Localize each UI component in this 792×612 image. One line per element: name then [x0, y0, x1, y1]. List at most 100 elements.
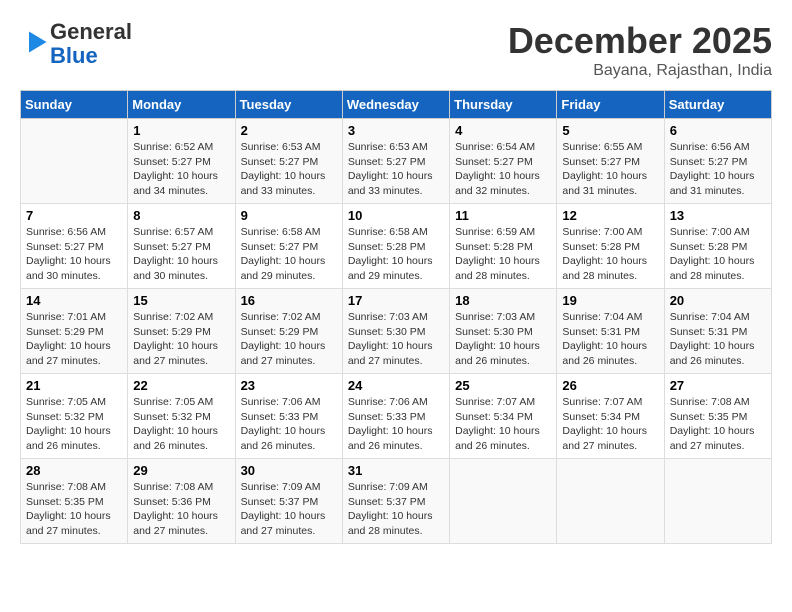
calendar-cell: 24 Sunrise: 7:06 AM Sunset: 5:33 PM Dayli…	[342, 374, 449, 459]
day-info: Sunrise: 7:08 AM Sunset: 5:36 PM Dayligh…	[133, 480, 229, 539]
weekday-header-sunday: Sunday	[21, 91, 128, 119]
weekday-header-thursday: Thursday	[450, 91, 557, 119]
weekday-header-saturday: Saturday	[664, 91, 771, 119]
calendar-cell: 13 Sunrise: 7:00 AM Sunset: 5:28 PM Dayli…	[664, 204, 771, 289]
day-info: Sunrise: 6:58 AM Sunset: 5:28 PM Dayligh…	[348, 225, 444, 284]
day-number: 26	[562, 378, 658, 393]
calendar-week-row: 7 Sunrise: 6:56 AM Sunset: 5:27 PM Daylig…	[21, 204, 772, 289]
day-info: Sunrise: 7:06 AM Sunset: 5:33 PM Dayligh…	[348, 395, 444, 454]
day-number: 23	[241, 378, 337, 393]
day-number: 2	[241, 123, 337, 138]
day-number: 21	[26, 378, 122, 393]
day-info: Sunrise: 7:00 AM Sunset: 5:28 PM Dayligh…	[670, 225, 766, 284]
day-number: 17	[348, 293, 444, 308]
calendar-week-row: 28Sunrise: 7:08 AM Sunset: 5:35 PM Dayli…	[21, 459, 772, 544]
day-number: 12	[562, 208, 658, 223]
calendar-cell: 12 Sunrise: 7:00 AM Sunset: 5:28 PM Dayli…	[557, 204, 664, 289]
calendar-cell: 16 Sunrise: 7:02 AM Sunset: 5:29 PM Dayli…	[235, 289, 342, 374]
logo-text: General Blue	[50, 20, 132, 68]
calendar-cell: 26 Sunrise: 7:07 AM Sunset: 5:34 PM Dayli…	[557, 374, 664, 459]
calendar-cell: 2 Sunrise: 6:53 AM Sunset: 5:27 PM Daylig…	[235, 119, 342, 204]
calendar-cell: 7 Sunrise: 6:56 AM Sunset: 5:27 PM Daylig…	[21, 204, 128, 289]
title-block: December 2025 Bayana, Rajasthan, India	[508, 20, 772, 80]
calendar-week-row: 14 Sunrise: 7:01 AM Sunset: 5:29 PM Dayli…	[21, 289, 772, 374]
day-info: Sunrise: 7:05 AM Sunset: 5:32 PM Dayligh…	[26, 395, 122, 454]
day-number: 1	[133, 123, 229, 138]
day-info: Sunrise: 7:08 AM Sunset: 5:35 PM Dayligh…	[26, 480, 122, 539]
calendar-cell: 15Sunrise: 7:02 AM Sunset: 5:29 PM Dayli…	[128, 289, 235, 374]
day-info: Sunrise: 6:57 AM Sunset: 5:27 PM Dayligh…	[133, 225, 229, 284]
weekday-header-wednesday: Wednesday	[342, 91, 449, 119]
calendar-cell: 17 Sunrise: 7:03 AM Sunset: 5:30 PM Dayli…	[342, 289, 449, 374]
day-number: 13	[670, 208, 766, 223]
day-info: Sunrise: 6:53 AM Sunset: 5:27 PM Dayligh…	[348, 140, 444, 199]
calendar-cell: 3 Sunrise: 6:53 AM Sunset: 5:27 PM Daylig…	[342, 119, 449, 204]
calendar-cell: 22 Sunrise: 7:05 AM Sunset: 5:32 PM Dayli…	[128, 374, 235, 459]
day-number: 8	[133, 208, 229, 223]
calendar-cell: 14 Sunrise: 7:01 AM Sunset: 5:29 PM Dayli…	[21, 289, 128, 374]
weekday-header-friday: Friday	[557, 91, 664, 119]
calendar-cell: 20 Sunrise: 7:04 AM Sunset: 5:31 PM Dayli…	[664, 289, 771, 374]
calendar-cell: 18 Sunrise: 7:03 AM Sunset: 5:30 PM Dayli…	[450, 289, 557, 374]
day-number: 25	[455, 378, 551, 393]
calendar-cell: 4 Sunrise: 6:54 AM Sunset: 5:27 PM Daylig…	[450, 119, 557, 204]
day-info: Sunrise: 7:04 AM Sunset: 5:31 PM Dayligh…	[670, 310, 766, 369]
calendar-cell: 5Sunrise: 6:55 AM Sunset: 5:27 PM Daylig…	[557, 119, 664, 204]
logo: General Blue	[20, 20, 132, 68]
day-number: 30	[241, 463, 337, 478]
day-info: Sunrise: 6:58 AM Sunset: 5:27 PM Dayligh…	[241, 225, 337, 284]
day-number: 22	[133, 378, 229, 393]
day-info: Sunrise: 7:03 AM Sunset: 5:30 PM Dayligh…	[455, 310, 551, 369]
day-info: Sunrise: 7:05 AM Sunset: 5:32 PM Dayligh…	[133, 395, 229, 454]
weekday-header-row: SundayMondayTuesdayWednesdayThursdayFrid…	[21, 91, 772, 119]
day-info: Sunrise: 6:53 AM Sunset: 5:27 PM Dayligh…	[241, 140, 337, 199]
day-number: 31	[348, 463, 444, 478]
day-number: 18	[455, 293, 551, 308]
calendar-cell: 29 Sunrise: 7:08 AM Sunset: 5:36 PM Dayli…	[128, 459, 235, 544]
day-number: 10	[348, 208, 444, 223]
calendar-cell: 1 Sunrise: 6:52 AM Sunset: 5:27 PM Daylig…	[128, 119, 235, 204]
day-info: Sunrise: 6:56 AM Sunset: 5:27 PM Dayligh…	[26, 225, 122, 284]
calendar-cell: 23 Sunrise: 7:06 AM Sunset: 5:33 PM Dayli…	[235, 374, 342, 459]
day-number: 19	[562, 293, 658, 308]
calendar-cell: 9 Sunrise: 6:58 AM Sunset: 5:27 PM Daylig…	[235, 204, 342, 289]
logo-blue: Blue	[50, 43, 98, 68]
day-info: Sunrise: 7:00 AM Sunset: 5:28 PM Dayligh…	[562, 225, 658, 284]
location-subtitle: Bayana, Rajasthan, India	[508, 62, 772, 80]
day-number: 7	[26, 208, 122, 223]
day-info: Sunrise: 7:02 AM Sunset: 5:29 PM Dayligh…	[241, 310, 337, 369]
day-info: Sunrise: 7:02 AM Sunset: 5:29 PM Dayligh…	[133, 310, 229, 369]
day-info: Sunrise: 6:54 AM Sunset: 5:27 PM Dayligh…	[455, 140, 551, 199]
day-number: 29	[133, 463, 229, 478]
day-number: 4	[455, 123, 551, 138]
day-number: 3	[348, 123, 444, 138]
calendar-cell: 30Sunrise: 7:09 AM Sunset: 5:37 PM Dayli…	[235, 459, 342, 544]
day-number: 20	[670, 293, 766, 308]
day-number: 9	[241, 208, 337, 223]
calendar-cell: 19Sunrise: 7:04 AM Sunset: 5:31 PM Dayli…	[557, 289, 664, 374]
calendar-table: SundayMondayTuesdayWednesdayThursdayFrid…	[20, 90, 772, 544]
day-number: 5	[562, 123, 658, 138]
day-number: 24	[348, 378, 444, 393]
calendar-cell: 6Sunrise: 6:56 AM Sunset: 5:27 PM Daylig…	[664, 119, 771, 204]
calendar-cell: 31Sunrise: 7:09 AM Sunset: 5:37 PM Dayli…	[342, 459, 449, 544]
calendar-cell: 25 Sunrise: 7:07 AM Sunset: 5:34 PM Dayli…	[450, 374, 557, 459]
page-header: General Blue December 2025 Bayana, Rajas…	[20, 20, 772, 80]
calendar-week-row: 21 Sunrise: 7:05 AM Sunset: 5:32 PM Dayli…	[21, 374, 772, 459]
day-number: 11	[455, 208, 551, 223]
month-year-title: December 2025	[508, 20, 772, 62]
calendar-cell: 21 Sunrise: 7:05 AM Sunset: 5:32 PM Dayli…	[21, 374, 128, 459]
calendar-cell: 28Sunrise: 7:08 AM Sunset: 5:35 PM Dayli…	[21, 459, 128, 544]
day-info: Sunrise: 7:06 AM Sunset: 5:33 PM Dayligh…	[241, 395, 337, 454]
day-info: Sunrise: 6:52 AM Sunset: 5:27 PM Dayligh…	[133, 140, 229, 199]
day-number: 14	[26, 293, 122, 308]
calendar-week-row: 1 Sunrise: 6:52 AM Sunset: 5:27 PM Daylig…	[21, 119, 772, 204]
calendar-cell	[664, 459, 771, 544]
day-number: 6	[670, 123, 766, 138]
day-info: Sunrise: 7:07 AM Sunset: 5:34 PM Dayligh…	[562, 395, 658, 454]
calendar-cell	[21, 119, 128, 204]
day-info: Sunrise: 7:07 AM Sunset: 5:34 PM Dayligh…	[455, 395, 551, 454]
day-info: Sunrise: 7:01 AM Sunset: 5:29 PM Dayligh…	[26, 310, 122, 369]
day-info: Sunrise: 7:03 AM Sunset: 5:30 PM Dayligh…	[348, 310, 444, 369]
day-number: 16	[241, 293, 337, 308]
